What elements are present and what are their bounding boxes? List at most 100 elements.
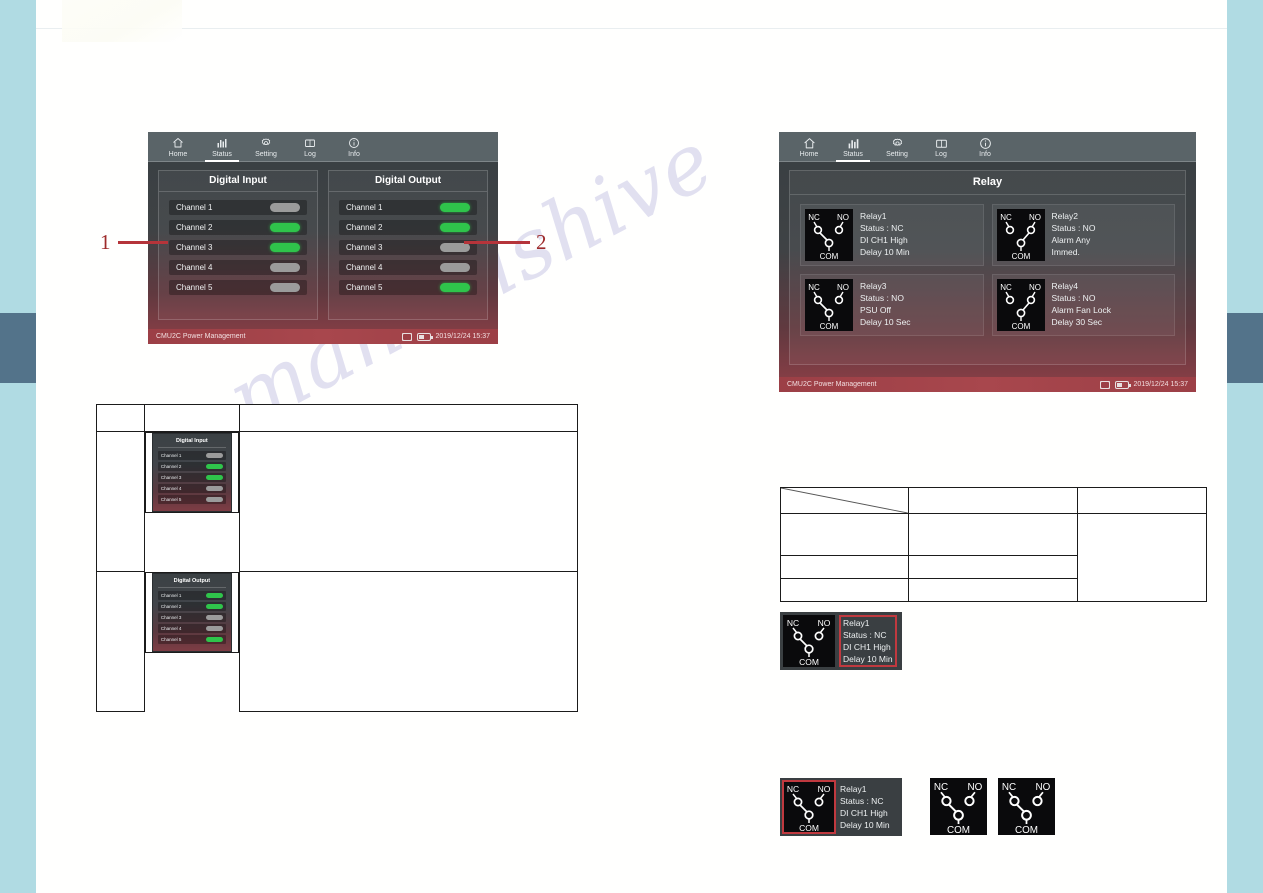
nav-item-status[interactable]: Status: [831, 137, 875, 162]
io-row[interactable]: Channel 5: [339, 280, 477, 295]
io-row[interactable]: Channel 1: [339, 200, 477, 215]
channel-led: [440, 203, 470, 212]
page-edge-band-right: [1227, 0, 1263, 893]
io-row[interactable]: Channel 3: [339, 240, 477, 255]
nav-label-home: Home: [168, 151, 188, 158]
statusbar-dio: CMU2C Power Management 2019/12/24 15:37: [148, 329, 498, 344]
nav-item-info[interactable]: Info: [332, 137, 376, 162]
svg-text:NC: NC: [808, 213, 820, 222]
thumbnail-channel-led: [205, 475, 223, 480]
io-panels: Digital Input Channel 1 Channel 2 Channe…: [158, 170, 488, 320]
nav-item-home[interactable]: Home: [787, 137, 831, 162]
channel-label: Channel 2: [346, 223, 383, 232]
thumbnail-row: Channel 3: [157, 612, 226, 622]
channel-led: [270, 203, 300, 212]
io-row[interactable]: Channel 2: [169, 220, 307, 235]
svg-text:NO: NO: [837, 213, 849, 222]
header-cell-3: [1077, 487, 1207, 514]
relay-source: PSU Off: [860, 305, 892, 315]
row-cell-1: [780, 513, 909, 556]
relay-status: Status : NO: [860, 293, 904, 303]
statusbar-datetime: 2019/12/24 15:37: [435, 333, 491, 340]
relay-device-screen: Home Status Setting Log Info Relay NC NO…: [779, 132, 1196, 392]
digital-io-description-table: Digital Input Channel 1 Channel 2 Channe…: [96, 404, 579, 712]
svg-text:COM: COM: [1011, 252, 1030, 261]
book-icon: [935, 137, 948, 149]
io-row[interactable]: Channel 5: [169, 280, 307, 295]
relay-card[interactable]: NC NO COM: [800, 204, 984, 266]
io-row[interactable]: Channel 4: [339, 260, 477, 275]
relay-source: Alarm Any: [1051, 235, 1091, 245]
relay-status: Status : NO: [1051, 223, 1096, 233]
nav-item-log[interactable]: Log: [288, 137, 332, 162]
relay-card[interactable]: NC NO COM: [800, 274, 984, 336]
svg-text:NO: NO: [968, 782, 983, 793]
digital-input-title: Digital Input: [159, 171, 317, 192]
svg-text:COM: COM: [1011, 322, 1030, 331]
svg-text:COM: COM: [1015, 825, 1038, 835]
nav-item-status[interactable]: Status: [200, 137, 244, 162]
navbar-relay: Home Status Setting Log Info: [779, 132, 1196, 162]
diagonal-header-cell: [780, 487, 909, 514]
relay-description-table: [780, 487, 1207, 602]
thumbnail-channel-led: [205, 464, 223, 469]
row-description-cell: [238, 571, 579, 712]
io-row[interactable]: Channel 2: [339, 220, 477, 235]
page-edge-block-right: [1227, 313, 1263, 383]
statusbar-title: CMU2C Power Management: [156, 333, 246, 340]
io-row[interactable]: Channel 4: [169, 260, 307, 275]
nav-item-setting[interactable]: Setting: [875, 137, 919, 162]
relay-grid: NC NO COM Relay1 Status: NC DI CH1 High…: [790, 195, 1185, 336]
thumbnail-row: Channel 5: [157, 634, 226, 644]
thumbnail-channel-label: Channel 3: [160, 614, 182, 620]
page-edge-band-left: [0, 0, 36, 893]
relay-card[interactable]: NC NO COM: [991, 204, 1175, 266]
svg-text:COM: COM: [820, 322, 839, 331]
channel-led: [440, 263, 470, 272]
thumbnail-row: Channel 3: [157, 473, 226, 482]
nav-item-home[interactable]: Home: [156, 137, 200, 162]
nav-label-log: Log: [304, 151, 316, 158]
channel-led: [270, 283, 300, 292]
relay-contact-icon: NC NO COM: [783, 615, 835, 667]
row-cell-2: [907, 578, 1079, 602]
header-cell-image: [143, 404, 240, 432]
table-row: [780, 513, 1207, 602]
svg-text:NC: NC: [787, 784, 799, 794]
callout-number-1: 1: [100, 230, 111, 254]
home-icon: [172, 137, 184, 149]
nav-item-info[interactable]: Info: [963, 137, 1007, 162]
nav-item-log[interactable]: Log: [919, 137, 963, 162]
row-cell-1: [780, 578, 909, 602]
thumbnail-row: Channel 2: [157, 462, 226, 471]
svg-text:NO: NO: [818, 784, 831, 794]
relay-info: Relay3 Status : NO PSU Off Delay 10 Sec: [860, 279, 911, 331]
nav-item-setting[interactable]: Setting: [244, 137, 288, 162]
relay-status: Status : NO: [1051, 293, 1096, 303]
svg-text:NO: NO: [837, 283, 849, 292]
battery-icon: [416, 332, 433, 341]
relay-status: Status : NC: [840, 796, 884, 806]
channel-label: Channel 4: [176, 263, 213, 272]
relay-card[interactable]: NC NO COM: [991, 274, 1175, 336]
relay-info: Relay1 Status : NC DI CH1 High Delay 10 …: [860, 209, 910, 261]
relay-panel: Relay NC NO COM Relay1 Status: NC DI CH…: [789, 170, 1186, 365]
io-row[interactable]: Channel 3: [169, 240, 307, 255]
relay-contact-icon: NC NO COM: [996, 279, 1045, 331]
thumbnail-row: Channel 1: [157, 590, 226, 600]
thumbnail-channel-led: [205, 453, 223, 458]
digital-input-panel: Digital Input Channel 1 Channel 2 Channe…: [158, 170, 318, 320]
digital-output-panel: Digital Output Channel 1 Channel 2 Chann…: [328, 170, 488, 320]
relay-status: Status : NC: [860, 223, 904, 233]
relay-source: DI CH1 High: [840, 808, 888, 818]
thumbnail-channel-label: Channel 2: [160, 603, 182, 609]
channel-led: [440, 243, 470, 252]
row-index-cell: [96, 571, 145, 712]
gear-icon: [260, 137, 272, 149]
svg-text:NO: NO: [1036, 782, 1051, 793]
info-icon: [979, 137, 992, 149]
thumbnail-row: Channel 4: [157, 623, 226, 633]
thumbnail-channel-label: Channel 5: [160, 497, 182, 502]
thumbnail-channel-label: Channel 1: [160, 592, 182, 598]
io-row[interactable]: Channel 1: [169, 200, 307, 215]
